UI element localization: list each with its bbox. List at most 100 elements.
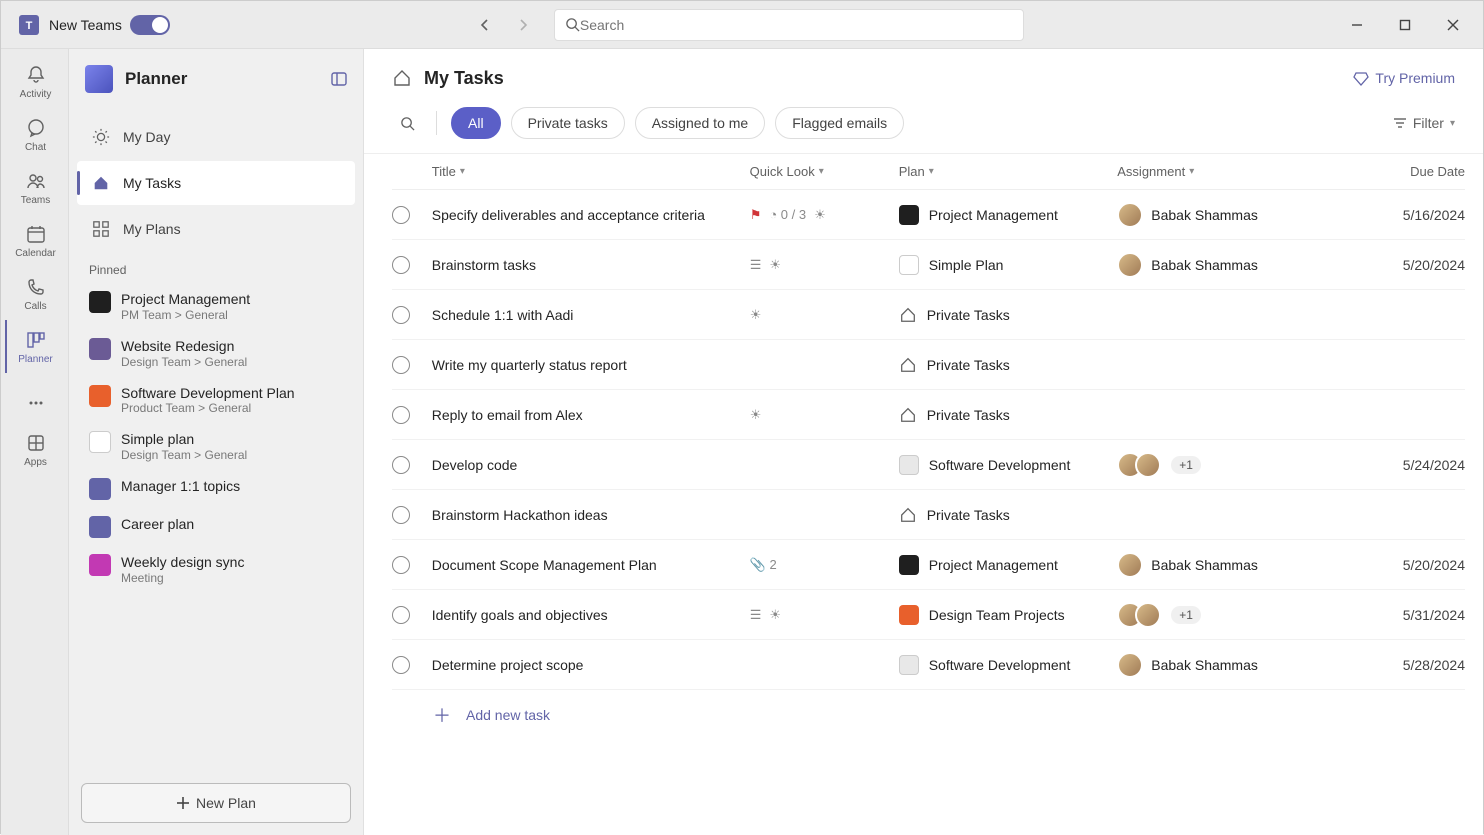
rail-item-more[interactable] bbox=[5, 383, 65, 423]
task-row[interactable]: Develop codeSoftware Development+15/24/2… bbox=[392, 440, 1465, 490]
complete-checkbox[interactable] bbox=[392, 606, 432, 624]
plan-badge-icon bbox=[89, 478, 111, 500]
plan-title: Manager 1:1 topics bbox=[121, 478, 240, 495]
more-assignees-pill: +1 bbox=[1171, 456, 1201, 474]
progress-badge: ◔ 0 / 3 bbox=[769, 207, 806, 222]
task-title: Schedule 1:1 with Aadi bbox=[432, 307, 750, 323]
assignee-name: Babak Shammas bbox=[1151, 257, 1258, 273]
task-title: Develop code bbox=[432, 457, 750, 473]
task-row[interactable]: Specify deliverables and acceptance crit… bbox=[392, 190, 1465, 240]
complete-checkbox[interactable] bbox=[392, 356, 432, 374]
col-plan[interactable]: Plan▾ bbox=[899, 164, 1118, 179]
nav-my-plans[interactable]: My Plans bbox=[77, 207, 355, 251]
pinned-plan-item[interactable]: Simple planDesign Team > General bbox=[77, 423, 355, 470]
plan-badge-icon bbox=[899, 655, 919, 675]
try-premium-link[interactable]: Try Premium bbox=[1353, 70, 1455, 86]
pinned-plan-item[interactable]: Manager 1:1 topics bbox=[77, 470, 355, 508]
avatar bbox=[1117, 252, 1143, 278]
due-date-cell: 5/16/2024 bbox=[1366, 207, 1465, 223]
rail-item-chat[interactable]: Chat bbox=[5, 108, 65, 161]
plan-title: Software Development Plan bbox=[121, 385, 295, 402]
quick-look-cell: ☰☀ bbox=[750, 607, 899, 623]
rail-item-calendar[interactable]: Calendar bbox=[5, 214, 65, 267]
nav-back-button[interactable] bbox=[470, 10, 500, 40]
filter-chip-private-tasks[interactable]: Private tasks bbox=[511, 107, 625, 139]
plan-name: Private Tasks bbox=[927, 407, 1010, 423]
rail-item-calls[interactable]: Calls bbox=[5, 267, 65, 320]
new-plan-button[interactable]: New Plan bbox=[81, 783, 351, 823]
task-row[interactable]: Determine project scopeSoftware Developm… bbox=[392, 640, 1465, 690]
rail-label: Teams bbox=[21, 195, 50, 206]
pinned-plan-item[interactable]: Website RedesignDesign Team > General bbox=[77, 330, 355, 377]
pinned-plan-item[interactable]: Software Development PlanProduct Team > … bbox=[77, 377, 355, 424]
avatar bbox=[1117, 652, 1143, 678]
plan-badge-icon bbox=[899, 605, 919, 625]
rail-item-teams[interactable]: Teams bbox=[5, 161, 65, 214]
col-quick[interactable]: Quick Look▾ bbox=[750, 164, 899, 179]
rail-item-planner[interactable]: Planner bbox=[5, 320, 65, 373]
search-input[interactable] bbox=[554, 9, 1024, 41]
complete-checkbox[interactable] bbox=[392, 506, 432, 524]
search-tasks-button[interactable] bbox=[392, 108, 422, 138]
task-row[interactable]: Write my quarterly status reportPrivate … bbox=[392, 340, 1465, 390]
complete-checkbox[interactable] bbox=[392, 306, 432, 324]
nav-my-tasks[interactable]: My Tasks bbox=[77, 161, 355, 205]
pinned-plan-item[interactable]: Weekly design syncMeeting bbox=[77, 546, 355, 593]
pinned-plan-item[interactable]: Project ManagementPM Team > General bbox=[77, 283, 355, 330]
complete-checkbox[interactable] bbox=[392, 656, 432, 674]
svg-text:T: T bbox=[26, 20, 33, 32]
nav-forward-button[interactable] bbox=[508, 10, 538, 40]
window-minimize-button[interactable] bbox=[1335, 9, 1379, 41]
sun-icon bbox=[89, 125, 113, 149]
task-row[interactable]: Brainstorm Hackathon ideasPrivate Tasks bbox=[392, 490, 1465, 540]
app-rail: Activity Chat Teams Calendar Calls Planner App… bbox=[1, 49, 69, 835]
task-row[interactable]: Brainstorm tasks☰☀Simple PlanBabak Shamm… bbox=[392, 240, 1465, 290]
diamond-icon bbox=[1353, 70, 1369, 86]
col-assign[interactable]: Assignment▾ bbox=[1117, 164, 1365, 179]
filter-button[interactable]: Filter ▾ bbox=[1393, 115, 1455, 131]
rail-item-activity[interactable]: Activity bbox=[5, 55, 65, 108]
complete-checkbox[interactable] bbox=[392, 256, 432, 274]
task-row[interactable]: Schedule 1:1 with Aadi☀Private Tasks bbox=[392, 290, 1465, 340]
complete-checkbox[interactable] bbox=[392, 456, 432, 474]
task-title: Reply to email from Alex bbox=[432, 407, 750, 423]
rail-label: Calls bbox=[24, 301, 46, 312]
window-close-button[interactable] bbox=[1431, 9, 1475, 41]
rail-item-apps[interactable]: Apps bbox=[5, 423, 65, 476]
collapse-sidebar-button[interactable] bbox=[331, 71, 347, 87]
nav-my-day[interactable]: My Day bbox=[77, 115, 355, 159]
private-plan-icon bbox=[899, 406, 917, 424]
rail-label: Chat bbox=[25, 142, 46, 153]
filter-chip-all[interactable]: All bbox=[451, 107, 501, 139]
task-row[interactable]: Document Scope Management Plan📎 2Project… bbox=[392, 540, 1465, 590]
filter-chip-assigned-to-me[interactable]: Assigned to me bbox=[635, 107, 766, 139]
plan-name: Software Development bbox=[929, 657, 1071, 673]
people-icon bbox=[26, 169, 46, 193]
window-maximize-button[interactable] bbox=[1383, 9, 1427, 41]
task-row[interactable]: Identify goals and objectives☰☀Design Te… bbox=[392, 590, 1465, 640]
quick-look-cell: 📎 2 bbox=[750, 557, 899, 573]
pinned-plan-item[interactable]: Career plan bbox=[77, 508, 355, 546]
add-task-button[interactable]: ＋Add new task bbox=[392, 690, 1465, 740]
category-icon: ☀ bbox=[814, 207, 826, 223]
table-header: Title▾ Quick Look▾ Plan▾ Assignment▾ Due… bbox=[392, 154, 1465, 190]
new-teams-toggle[interactable] bbox=[130, 15, 170, 35]
my-tasks-icon bbox=[392, 67, 414, 89]
task-row[interactable]: Reply to email from Alex☀Private Tasks bbox=[392, 390, 1465, 440]
plan-name: Private Tasks bbox=[927, 507, 1010, 523]
plan-cell: Software Development bbox=[899, 655, 1118, 675]
filter-chip-flagged-emails[interactable]: Flagged emails bbox=[775, 107, 904, 139]
plan-cell: Simple Plan bbox=[899, 255, 1118, 275]
chevron-down-icon: ▾ bbox=[1450, 118, 1455, 129]
col-due[interactable]: Due Date bbox=[1366, 164, 1465, 179]
complete-checkbox[interactable] bbox=[392, 406, 432, 424]
plan-badge-icon bbox=[89, 385, 111, 407]
plan-badge-icon bbox=[89, 431, 111, 453]
calendar-icon bbox=[26, 222, 46, 246]
plan-cell: Private Tasks bbox=[899, 306, 1118, 324]
complete-checkbox[interactable] bbox=[392, 206, 432, 224]
filter-label: Filter bbox=[1413, 115, 1444, 131]
plan-badge-icon bbox=[89, 516, 111, 538]
col-title[interactable]: Title▾ bbox=[432, 164, 750, 179]
complete-checkbox[interactable] bbox=[392, 556, 432, 574]
